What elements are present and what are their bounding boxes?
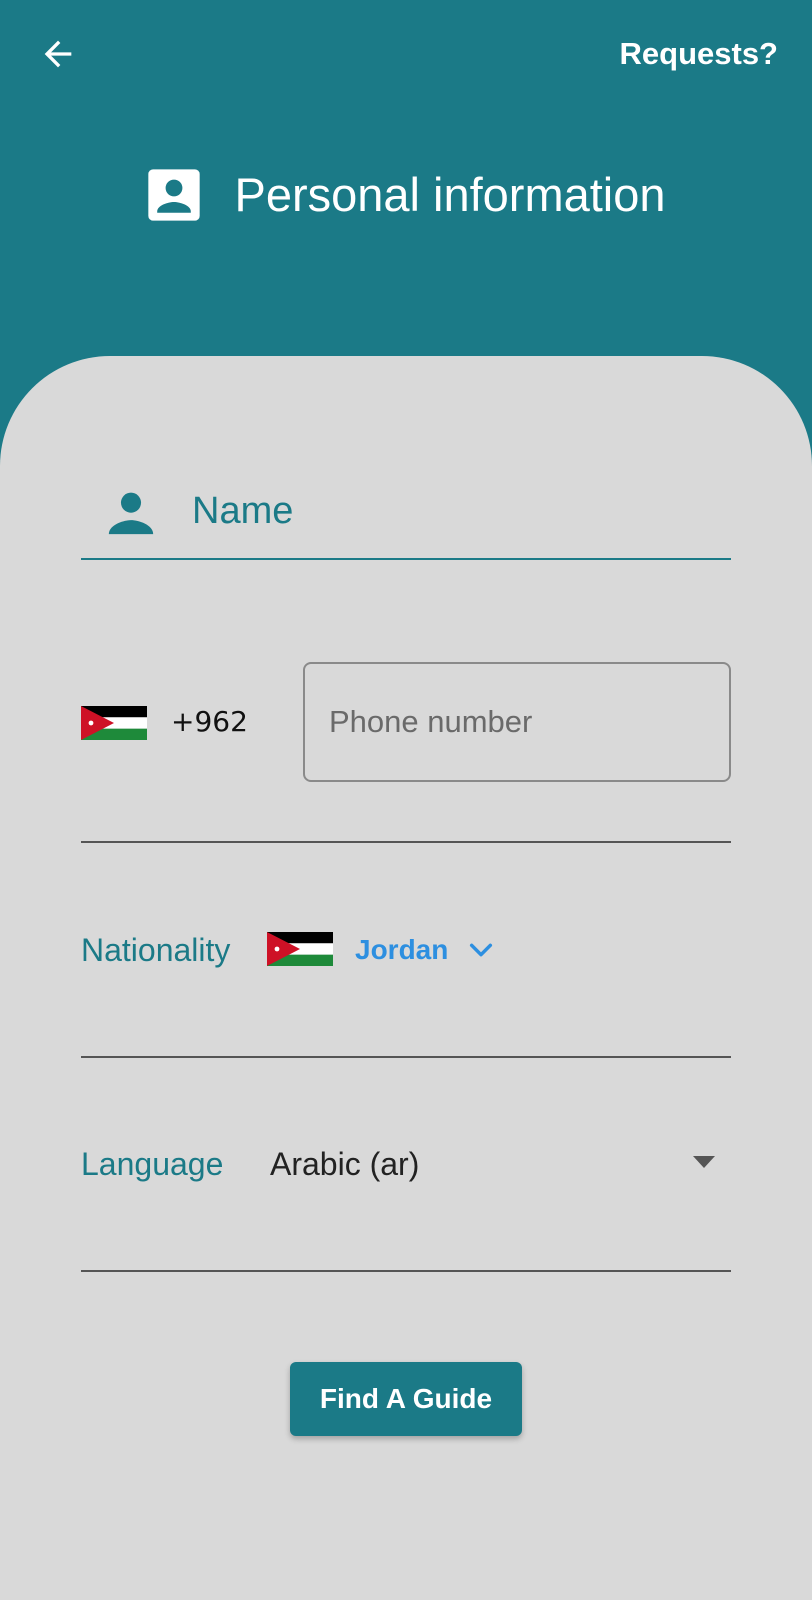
- page-title: Personal information: [234, 168, 666, 221]
- country-code-selector[interactable]: +962: [171, 704, 248, 740]
- nationality-value[interactable]: Jordan: [355, 932, 448, 968]
- app-header: Requests? Personal information: [0, 0, 812, 360]
- language-label: Language: [81, 1146, 224, 1182]
- page-title-row: Personal information: [0, 160, 812, 230]
- chevron-down-icon[interactable]: [465, 934, 497, 966]
- requests-link[interactable]: Requests?: [620, 34, 778, 74]
- name-field[interactable]: Name: [81, 470, 731, 560]
- jordan-flag-icon[interactable]: [81, 706, 147, 740]
- name-label: Name: [192, 490, 294, 532]
- find-guide-button[interactable]: Find A Guide: [290, 1362, 522, 1436]
- phone-number-input[interactable]: [303, 662, 731, 782]
- phone-row: +962: [81, 660, 731, 843]
- back-button[interactable]: [34, 30, 82, 78]
- person-icon: [108, 492, 154, 535]
- dropdown-caret-icon: [693, 1156, 715, 1168]
- nationality-row: Nationality Jordan: [81, 880, 731, 1058]
- nationality-label: Nationality: [81, 932, 231, 968]
- arrow-back-icon: [44, 40, 72, 68]
- language-dropdown[interactable]: Language Arabic (ar): [81, 1094, 731, 1272]
- language-value: Arabic (ar): [270, 1146, 420, 1182]
- account-box-icon: [148, 169, 201, 221]
- jordan-flag-icon[interactable]: [267, 932, 333, 966]
